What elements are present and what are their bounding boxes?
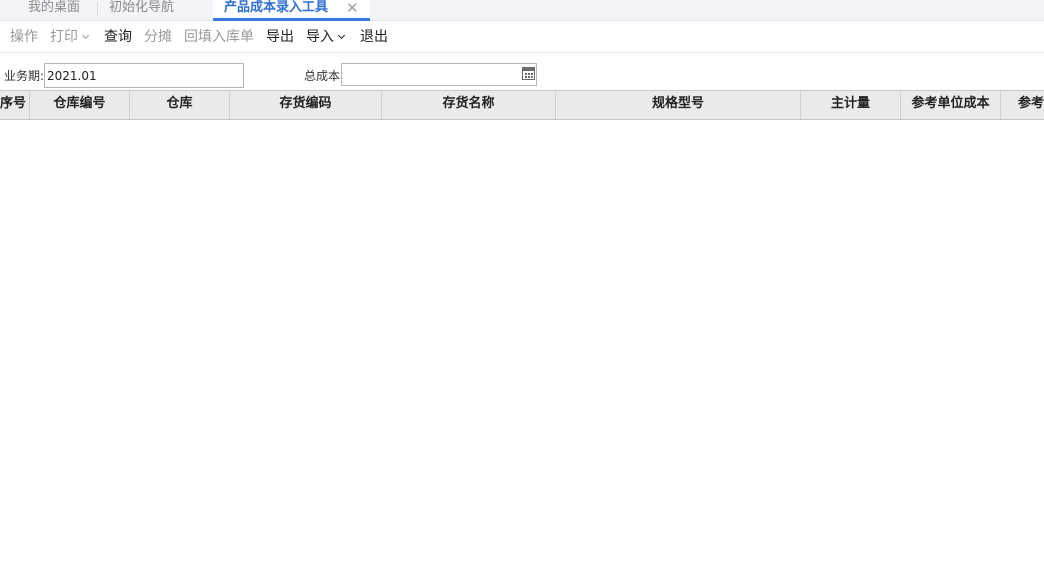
column-header-ref-unit-cost[interactable]: 参考单位成本 <box>901 91 1001 119</box>
toolbar: 操作 打印 查询 分摊 回填入库单 导出 导入 退出 <box>0 22 1044 53</box>
print-button[interactable]: 打印 <box>50 29 90 45</box>
column-header-inventory-name[interactable]: 存货名称 <box>382 91 556 119</box>
import-button-label: 导入 <box>306 29 334 45</box>
tab-my-desktop[interactable]: 我的桌面 <box>28 0 80 20</box>
grid-header: 序号 仓库编号 仓库 存货编码 存货名称 规格型号 主计量 参考单位成本 参考 <box>0 90 1044 120</box>
period-input[interactable] <box>44 63 244 88</box>
print-button-label: 打印 <box>50 29 78 45</box>
query-button[interactable]: 查询 <box>104 29 132 45</box>
tab-product-cost-entry-label: 产品成本录入工具 <box>224 0 329 15</box>
tab-init-navigation[interactable]: 初始化导航 <box>109 0 174 20</box>
calculator-icon[interactable] <box>522 67 535 80</box>
column-header-warehouse-code[interactable]: 仓库编号 <box>30 91 130 119</box>
allocate-button[interactable]: 分摊 <box>144 29 172 45</box>
exit-button[interactable]: 退出 <box>360 29 388 45</box>
chevron-down-icon <box>81 31 90 40</box>
export-button[interactable]: 导出 <box>266 29 294 45</box>
column-header-main-unit[interactable]: 主计量 <box>801 91 901 119</box>
period-label: 业务期: <box>4 69 45 83</box>
operate-button[interactable]: 操作 <box>10 29 38 45</box>
total-cost-input[interactable] <box>341 63 537 86</box>
tab-bar: 我的桌面 初始化导航 产品成本录入工具 ✕ <box>0 0 1044 21</box>
import-button[interactable]: 导入 <box>306 29 346 45</box>
column-header-ref[interactable]: 参考 <box>1001 91 1044 119</box>
close-icon[interactable]: ✕ <box>346 0 359 17</box>
backfill-receipt-button[interactable]: 回填入库单 <box>184 29 254 45</box>
column-header-spec-model[interactable]: 规格型号 <box>556 91 801 119</box>
grid-body <box>0 120 1044 581</box>
tab-divider <box>97 2 98 16</box>
column-header-inventory-code[interactable]: 存货编码 <box>230 91 382 119</box>
chevron-down-icon <box>337 31 346 40</box>
total-cost-label: 总成本 <box>304 69 341 83</box>
column-header-warehouse[interactable]: 仓库 <box>130 91 230 119</box>
column-header-seq[interactable]: 序号 <box>0 91 30 119</box>
